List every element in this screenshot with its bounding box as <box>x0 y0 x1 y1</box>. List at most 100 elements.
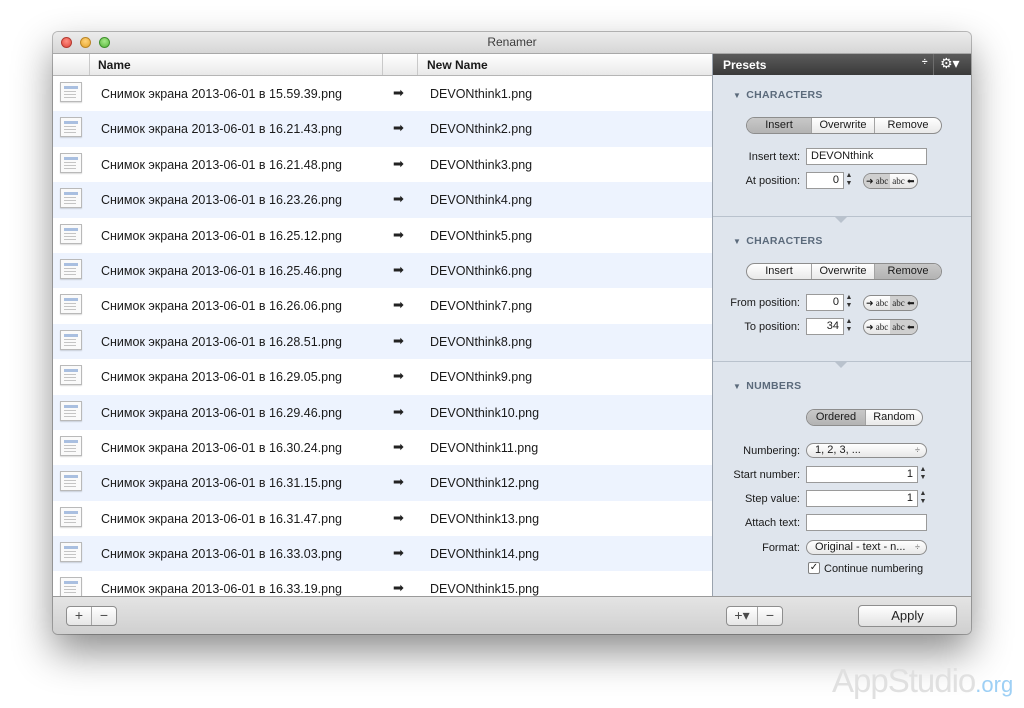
attach-text-field[interactable] <box>806 514 927 531</box>
table-row[interactable]: Снимок экрана 2013-06-01 в 16.30.24.png ➡… <box>53 430 712 465</box>
at-position-stepper[interactable]: ▲ ▼ <box>845 172 853 189</box>
file-thumbnail-icon <box>60 117 82 138</box>
remove-mode-segmented-control[interactable]: Insert Overwrite Remove <box>746 263 942 280</box>
insert-text-field[interactable]: DEVONthink <box>806 148 927 165</box>
to-direction-toggle[interactable]: ➜ abc abc ⬅ <box>863 319 918 335</box>
rename-arrow-icon: ➡ <box>393 191 404 207</box>
insert-mode-segmented-control[interactable]: Insert Overwrite Remove <box>746 117 942 134</box>
presets-header[interactable]: Presets ÷ ⚙▾ <box>713 54 971 75</box>
table-row[interactable]: Снимок экрана 2013-06-01 в 15.59.39.png ➡… <box>53 76 712 111</box>
original-file-name: Снимок экрана 2013-06-01 в 16.28.51.png <box>101 334 342 349</box>
direction-from-start[interactable]: ➜ abc <box>864 320 890 334</box>
from-position-field[interactable]: 0 <box>806 294 844 311</box>
renamer-window: Renamer Name New Name Снимок экрана 2013… <box>53 32 971 634</box>
presets-popup-arrows-icon[interactable]: ÷ <box>922 57 928 68</box>
section-title[interactable]: ▼ NUMBERS <box>733 380 801 392</box>
table-row[interactable]: Снимок экрана 2013-06-01 в 16.31.47.png ➡… <box>53 501 712 536</box>
to-position-stepper[interactable]: ▲ ▼ <box>845 318 853 335</box>
table-row[interactable]: Снимок экрана 2013-06-01 в 16.23.26.png ➡… <box>53 182 712 218</box>
new-file-name: DEVONthink15.png <box>430 582 540 596</box>
disclosure-triangle-icon[interactable]: ▼ <box>733 382 741 391</box>
direction-from-start[interactable]: ➜ abc <box>864 174 891 188</box>
section-title[interactable]: ▼ CHARACTERS <box>733 89 823 101</box>
list-header: Name New Name <box>53 54 712 76</box>
direction-from-end[interactable]: abc ⬅ <box>890 320 917 334</box>
table-row[interactable]: Снимок экрана 2013-06-01 в 16.31.15.png ➡… <box>53 465 712 501</box>
file-thumbnail-icon <box>60 435 82 456</box>
continue-numbering-checkbox[interactable]: ✓ <box>808 562 820 574</box>
file-thumbnail-icon <box>60 400 82 421</box>
step-value-stepper[interactable]: ▲ ▼ <box>919 490 927 507</box>
at-position-field[interactable]: 0 <box>806 172 844 189</box>
rename-arrow-icon: ➡ <box>393 545 404 561</box>
insert-mode-insert[interactable]: Insert <box>747 118 811 133</box>
section-title[interactable]: ▼ CHARACTERS <box>733 235 823 247</box>
column-header-new-name[interactable]: New Name <box>427 58 488 72</box>
add-file-button[interactable]: + <box>67 607 91 625</box>
remove-mode-remove[interactable]: Remove <box>874 264 941 279</box>
numbers-mode-random[interactable]: Random <box>865 410 922 425</box>
rename-arrow-icon: ➡ <box>393 155 404 171</box>
start-number-field[interactable]: 1 <box>806 466 918 483</box>
table-row[interactable]: Снимок экрана 2013-06-01 в 16.25.46.png ➡… <box>53 252 712 289</box>
disclosure-triangle-icon[interactable]: ▼ <box>733 91 741 100</box>
to-position-field[interactable]: 34 <box>806 318 844 335</box>
apply-button[interactable]: Apply <box>858 605 957 627</box>
from-position-stepper[interactable]: ▲ ▼ <box>845 294 853 311</box>
add-preset-menu-button[interactable]: +▾ <box>727 607 757 625</box>
from-direction-toggle[interactable]: ➜ abc abc ⬅ <box>863 295 918 311</box>
table-row[interactable]: Снимок экрана 2013-06-01 в 16.29.46.png ➡… <box>53 394 712 430</box>
numbers-mode-segmented-control[interactable]: Ordered Random <box>806 409 923 426</box>
rename-arrow-icon: ➡ <box>393 403 404 419</box>
gear-menu-icon[interactable]: ⚙▾ <box>940 55 960 72</box>
original-file-name: Снимок экрана 2013-06-01 в 16.33.19.png <box>101 582 342 596</box>
remove-mode-overwrite[interactable]: Overwrite <box>811 264 874 279</box>
format-popup[interactable]: Original - text - n... ÷ <box>806 540 927 555</box>
column-header-name[interactable]: Name <box>98 58 131 72</box>
section-notch <box>835 362 847 368</box>
column-separator[interactable] <box>417 54 418 75</box>
insert-mode-overwrite[interactable]: Overwrite <box>811 118 874 133</box>
new-file-name: DEVONthink12.png <box>430 476 540 491</box>
rename-arrow-icon: ➡ <box>393 297 404 313</box>
file-thumbnail-icon <box>60 471 82 492</box>
table-row[interactable]: Снимок экрана 2013-06-01 в 16.21.48.png ➡… <box>53 147 712 182</box>
disclosure-triangle-icon[interactable]: ▼ <box>733 237 741 246</box>
numbers-mode-ordered[interactable]: Ordered <box>807 410 865 425</box>
numbering-popup[interactable]: 1, 2, 3, ... ÷ <box>806 443 927 458</box>
remove-file-button[interactable]: − <box>91 607 116 625</box>
continue-numbering-label[interactable]: Continue numbering <box>824 563 923 575</box>
table-row[interactable]: Снимок экрана 2013-06-01 в 16.33.19.png ➡… <box>53 571 712 596</box>
insert-mode-remove[interactable]: Remove <box>874 118 941 133</box>
table-row[interactable]: Снимок экрана 2013-06-01 в 16.25.12.png ➡… <box>53 218 712 253</box>
original-file-name: Снимок экрана 2013-06-01 в 15.59.39.png <box>101 87 342 101</box>
remove-mode-insert[interactable]: Insert <box>747 264 811 279</box>
new-file-name: DEVONthink11.png <box>430 440 539 455</box>
table-row[interactable]: Снимок экрана 2013-06-01 в 16.21.43.png ➡… <box>53 111 712 147</box>
new-file-name: DEVONthink7.png <box>430 299 533 314</box>
new-file-name: DEVONthink1.png <box>430 87 533 101</box>
table-row[interactable]: Снимок экрана 2013-06-01 в 16.26.06.png ➡… <box>53 288 712 323</box>
step-value-field[interactable]: 1 <box>806 490 918 507</box>
direction-from-end[interactable]: abc ⬅ <box>890 174 916 188</box>
table-row[interactable]: Снимок экрана 2013-06-01 в 16.29.05.png ➡… <box>53 359 712 394</box>
file-rows: Снимок экрана 2013-06-01 в 15.59.39.png ➡… <box>53 76 712 596</box>
column-separator <box>89 54 90 75</box>
table-row[interactable]: Снимок экрана 2013-06-01 в 16.33.03.png ➡… <box>53 536 712 572</box>
rename-arrow-icon: ➡ <box>393 120 404 136</box>
title-bar[interactable]: Renamer <box>53 32 971 54</box>
insert-direction-toggle[interactable]: ➜ abc abc ⬅ <box>863 173 918 189</box>
file-list[interactable]: Name New Name Снимок экрана 2013-06-01 в… <box>53 54 712 596</box>
direction-from-end[interactable]: abc ⬅ <box>890 296 917 310</box>
step-value-label: Step value: <box>744 493 800 505</box>
remove-preset-button[interactable]: − <box>757 607 782 625</box>
file-thumbnail-icon <box>60 258 82 279</box>
start-number-stepper[interactable]: ▲ ▼ <box>919 466 927 483</box>
direction-from-start[interactable]: ➜ abc <box>864 296 890 310</box>
attach-text-label: Attach text: <box>744 517 800 529</box>
insert-text-label: Insert text: <box>748 151 800 163</box>
file-thumbnail-icon <box>60 506 82 527</box>
rename-arrow-icon: ➡ <box>393 261 404 277</box>
column-separator[interactable] <box>382 54 383 75</box>
table-row[interactable]: Снимок экрана 2013-06-01 в 16.28.51.png ➡… <box>53 323 712 360</box>
